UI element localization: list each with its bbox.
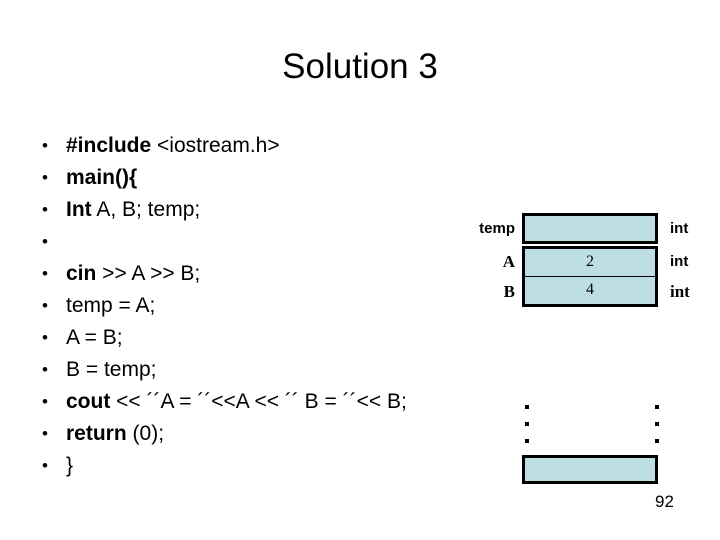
code-keyword: #include <box>66 134 152 157</box>
bullet-icon: • <box>42 456 48 475</box>
code-text: A, B; temp; <box>91 198 201 221</box>
page-title: Solution 3 <box>282 47 438 86</box>
page-number: 92 <box>655 492 674 511</box>
ellipsis-dot <box>655 405 659 409</box>
code-keyword: cout <box>66 390 111 413</box>
bullet-icon: • <box>42 200 48 219</box>
code-text: << ´´A = ´´<<A << ´´ B = ´´<< B; <box>110 390 407 413</box>
memory-cell-value: 4 <box>522 276 658 307</box>
type-label: int <box>670 282 690 301</box>
variable-label: B <box>503 282 515 301</box>
code-text: B = temp; <box>66 358 157 381</box>
bullet-icon: • <box>42 136 48 155</box>
ellipsis-dot <box>525 439 529 443</box>
code-keyword: main(){ <box>66 166 138 189</box>
memory-cell-bottom <box>522 455 658 484</box>
bullet-icon: • <box>42 264 48 283</box>
list-item: • return (0); <box>36 418 486 450</box>
memory-row-b: B 4 int <box>455 276 720 307</box>
vertical-ellipsis-left-icon <box>525 405 531 456</box>
list-item: • Int A, B; temp; <box>36 194 486 226</box>
bullet-icon: • <box>42 232 48 251</box>
bullet-icon: • <box>42 296 48 315</box>
bullet-icon: • <box>42 328 48 347</box>
variable-label: temp <box>479 220 515 237</box>
list-item: •} <box>36 450 486 482</box>
list-item: • A = B; <box>36 322 486 354</box>
ellipsis-dot <box>525 405 529 409</box>
list-item: • B = temp; <box>36 354 486 386</box>
list-item: • cout << ´´A = ´´<<A << ´´ B = ´´<< B; <box>36 386 486 418</box>
type-label: int <box>670 220 689 237</box>
vertical-ellipsis-right-icon <box>655 405 661 456</box>
list-item: • temp = A; <box>36 290 486 322</box>
ellipsis-dot <box>525 422 529 426</box>
code-keyword: cin <box>66 262 97 285</box>
ellipsis-dot <box>655 439 659 443</box>
code-text: A = B; <box>66 326 123 349</box>
list-item: • #include <iostream.h> <box>36 130 486 162</box>
memory-cell-value <box>522 213 658 244</box>
code-text: <iostream.h> <box>151 134 280 157</box>
code-bullet-list: • #include <iostream.h> • main(){ • Int A, … <box>36 130 486 482</box>
variable-label: A <box>502 252 515 271</box>
list-item: • cin >> A >> B; <box>36 258 486 290</box>
code-text: } <box>66 454 74 477</box>
bullet-icon: • <box>42 392 48 411</box>
list-item: • main(){ <box>36 162 486 194</box>
memory-row-a: A 2 int <box>455 246 720 277</box>
code-text: >> A >> B; <box>96 262 201 285</box>
code-keyword: return <box>66 422 127 445</box>
memory-row-temp: temp int <box>455 213 720 244</box>
code-text: temp = A; <box>66 294 156 317</box>
bullet-icon: • <box>42 424 48 443</box>
type-label: int <box>670 253 689 270</box>
bullet-icon: • <box>42 360 48 379</box>
memory-diagram: temp int A 2 int B 4 int <box>455 205 720 515</box>
code-keyword: Int <box>66 198 92 221</box>
ellipsis-dot <box>655 422 659 426</box>
slide-canvas: Solution 3 • #include <iostream.h> • main(… <box>0 0 720 540</box>
memory-cell-value: 2 <box>522 246 658 277</box>
code-text: (0); <box>126 422 165 445</box>
bullet-icon: • <box>42 168 48 187</box>
list-item-blank: • <box>36 226 486 258</box>
